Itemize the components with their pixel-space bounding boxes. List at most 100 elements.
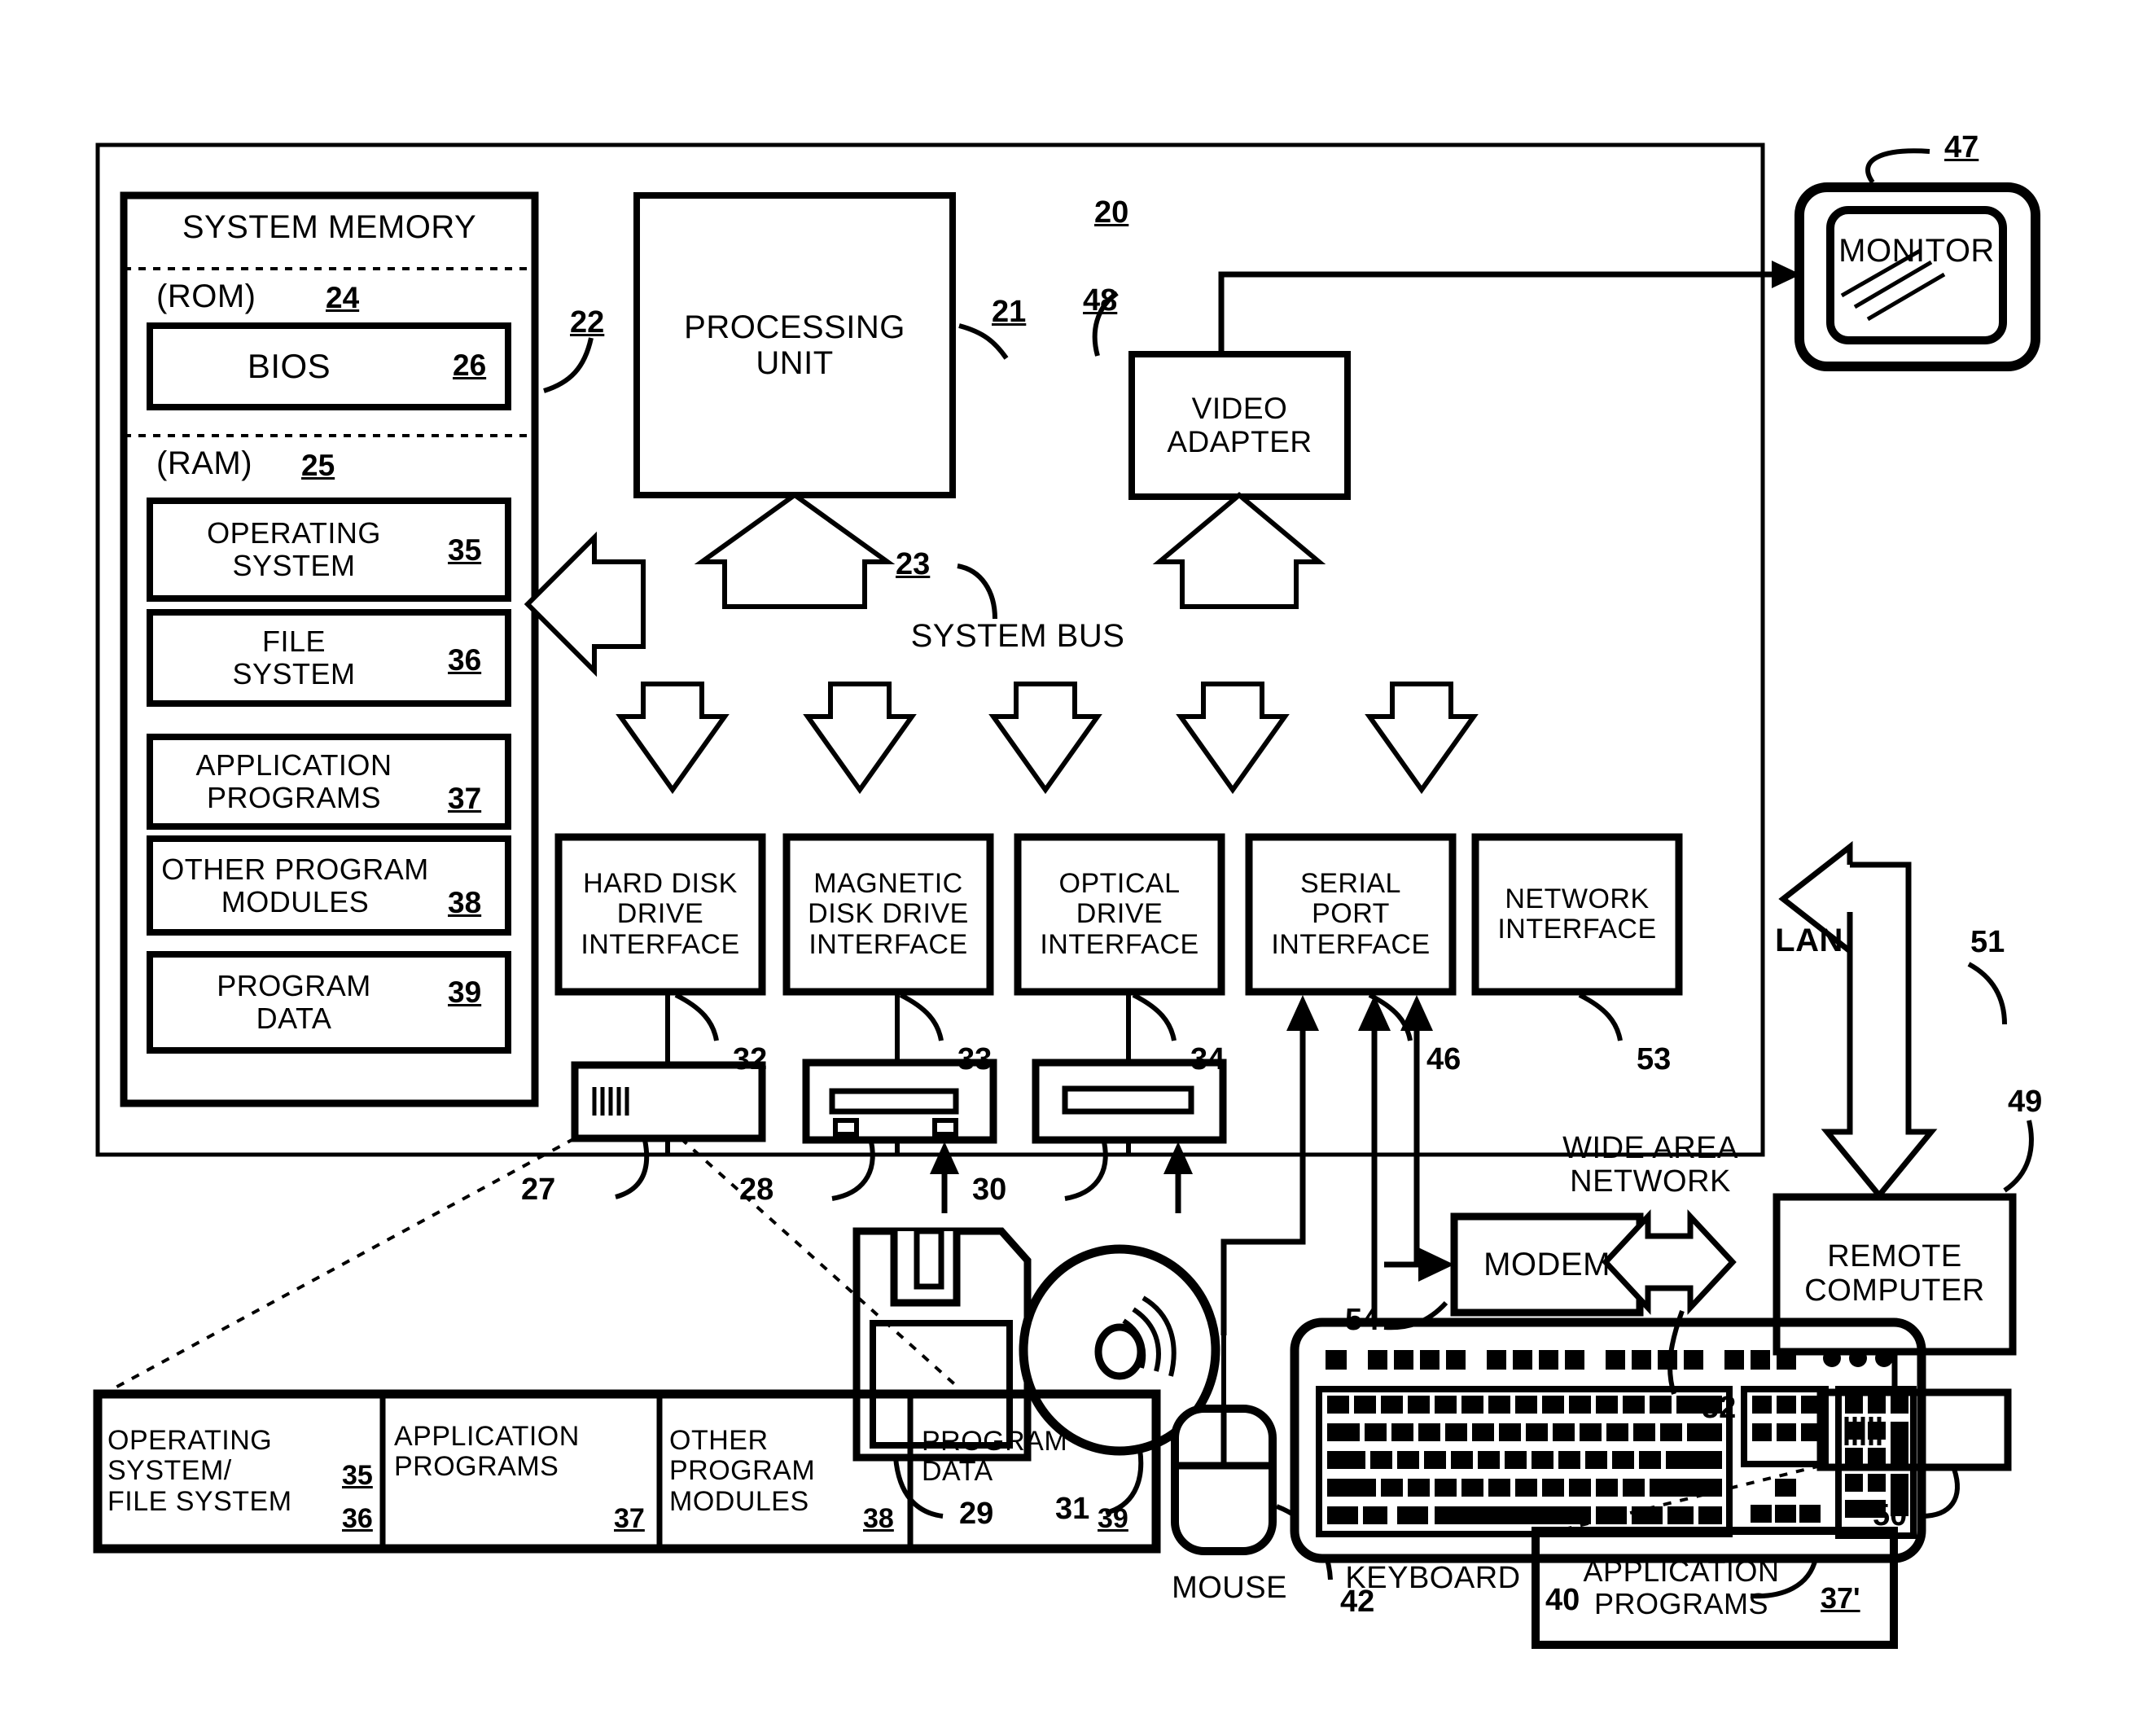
monitor-ref: 47 xyxy=(1944,130,1979,164)
optical-interface-ref: 34 xyxy=(1190,1042,1225,1076)
operating-system-ref: 35 xyxy=(448,533,482,567)
magnetic-interface-line3: INTERFACE xyxy=(808,928,968,960)
processing-unit-ref: 21 xyxy=(992,295,1027,329)
network-interface-ref: 53 xyxy=(1637,1042,1672,1076)
remote-application-programs-label: APPLICATION PROGRAMS xyxy=(1547,1531,1816,1645)
wan-line2: NETWORK xyxy=(1570,1164,1731,1199)
hdd-interface-ref: 32 xyxy=(733,1042,768,1076)
storage-apps-line1: APPLICATION xyxy=(394,1421,580,1452)
optical-interface-line3: INTERFACE xyxy=(1040,928,1199,960)
storage-data-line1: PROGRAM xyxy=(922,1426,1068,1457)
application-programs-ref: 37 xyxy=(448,782,482,815)
program-data-line2: DATA xyxy=(256,1002,332,1035)
processing-unit-line1: PROCESSING xyxy=(684,309,905,345)
system-bus-ref: 23 xyxy=(896,547,931,581)
operating-system-line2: SYSTEM xyxy=(232,549,356,582)
bus-arrow-to-processing-unit xyxy=(694,492,896,609)
other-program-modules-ref: 38 xyxy=(448,886,482,919)
storage-modules-line2: PROGRAM xyxy=(669,1455,816,1487)
remote-computer-ref: 49 xyxy=(2008,1085,2043,1119)
modem-ref: 54 xyxy=(1345,1303,1380,1337)
hdd-interface-line3: INTERFACE xyxy=(581,928,740,960)
bus-arrow-to-serial-interface xyxy=(1176,682,1290,795)
other-program-modules-line2: MODULES xyxy=(221,884,370,918)
bus-arrow-to-optical-interface xyxy=(988,682,1102,795)
bios-ref: 26 xyxy=(453,349,487,382)
wan-ref: 52 xyxy=(1702,1391,1737,1425)
magnetic-disk-drive-interface-label: MAGNETIC DISK DRIVE INTERFACE xyxy=(790,837,987,992)
storage-os-line1: OPERATING xyxy=(107,1424,273,1456)
remote-computer-label: REMOTE COMPUTER xyxy=(1780,1197,2009,1352)
hard-disk-drive-ref: 27 xyxy=(521,1173,556,1207)
video-adapter-ref: 48 xyxy=(1083,283,1118,318)
operating-system-label: OPERATING SYSTEM xyxy=(160,501,428,598)
other-program-modules-label: OTHER PROGRAM MODULES xyxy=(155,839,436,932)
bus-arrow-to-system-memory xyxy=(524,531,646,677)
serial-interface-line3: INTERFACE xyxy=(1271,928,1431,960)
file-system-line1: FILE xyxy=(261,625,326,659)
video-adapter-label: VIDEO ADAPTER xyxy=(1132,354,1348,497)
modem-label: MODEM xyxy=(1483,1247,1610,1282)
optical-interface-line1: OPTICAL xyxy=(1058,867,1181,899)
system-memory-ref: 22 xyxy=(570,305,605,340)
serial-interface-line2: PORT xyxy=(1312,898,1390,930)
hard-disk-slots-icon xyxy=(592,1087,629,1116)
remote-apps-line1: APPLICATION xyxy=(1583,1554,1780,1589)
optical-interface-line2: DRIVE xyxy=(1076,898,1163,930)
operating-system-line1: OPERATING xyxy=(207,516,381,550)
storage-data-line2: DATA xyxy=(922,1456,993,1488)
hard-disk-drive-interface-label: HARD DISK DRIVE INTERFACE xyxy=(562,837,759,992)
application-programs-line2: PROGRAMS xyxy=(206,781,382,814)
optical-drive-ref: 30 xyxy=(972,1173,1007,1207)
program-data-line1: PROGRAM xyxy=(217,969,371,1003)
processing-unit-line2: UNIT xyxy=(756,345,834,381)
mouse-label: MOUSE xyxy=(1172,1571,1287,1605)
storage-os-line2: SYSTEM/ xyxy=(107,1455,232,1487)
storage-os-line3: FILE SYSTEM xyxy=(107,1485,292,1517)
serial-interface-line1: SERIAL xyxy=(1300,867,1401,899)
wan-line1: WIDE AREA xyxy=(1562,1131,1738,1165)
remote-apps-ref: 37' xyxy=(1821,1581,1860,1615)
storage-data-ref: 39 xyxy=(1098,1503,1128,1534)
storage-os-ref2: 36 xyxy=(342,1503,373,1534)
remote-storage-ref: 50 xyxy=(1873,1498,1908,1532)
storage-apps-line2: PROGRAMS xyxy=(394,1451,559,1483)
bus-arrow-to-video-adapter xyxy=(1152,492,1326,609)
bios-label: BIOS xyxy=(247,346,331,385)
keyboard-icon xyxy=(1290,1317,1926,1563)
magnetic-drive-ref: 28 xyxy=(739,1173,774,1207)
rom-ref: 24 xyxy=(326,281,360,314)
hdd-interface-line2: DRIVE xyxy=(616,898,704,930)
storage-cell-data: PROGRAM DATA xyxy=(922,1402,1133,1565)
program-data-label: PROGRAM DATA xyxy=(160,954,428,1050)
network-interface-label: NETWORK INTERFACE xyxy=(1479,837,1676,992)
storage-modules-line1: OTHER xyxy=(669,1424,769,1456)
system-memory-title: SYSTEM MEMORY xyxy=(182,209,477,245)
lan-label: LAN xyxy=(1775,923,1843,958)
computer-system-ref: 20 xyxy=(1094,195,1129,230)
serial-interface-ref: 46 xyxy=(1426,1042,1461,1076)
keyboard-label: KEYBOARD xyxy=(1345,1561,1521,1595)
file-system-line2: SYSTEM xyxy=(232,657,356,690)
processing-unit-label: PROCESSING UNIT xyxy=(643,195,946,495)
magnetic-interface-ref: 33 xyxy=(957,1042,993,1076)
ram-ref: 25 xyxy=(301,449,335,482)
video-adapter-line2: ADAPTER xyxy=(1167,424,1312,458)
bus-arrow-to-network-interface xyxy=(1365,682,1479,795)
magnetic-interface-line1: MAGNETIC xyxy=(813,867,963,899)
other-program-modules-line1: OTHER PROGRAM xyxy=(161,852,429,886)
ram-label: (RAM) xyxy=(156,445,253,481)
storage-modules-line3: MODULES xyxy=(669,1485,809,1517)
program-data-ref: 39 xyxy=(448,975,482,1009)
remote-apps-line2: PROGRAMS xyxy=(1593,1587,1769,1620)
remote-computer-line2: COMPUTER xyxy=(1804,1274,1985,1308)
application-programs-label: APPLICATION PROGRAMS xyxy=(160,737,428,826)
storage-apps-ref: 37 xyxy=(614,1503,645,1534)
optical-drive-interface-label: OPTICAL DRIVE INTERFACE xyxy=(1021,837,1218,992)
application-programs-line1: APPLICATION xyxy=(195,748,392,783)
storage-os-ref1: 35 xyxy=(342,1460,373,1491)
rom-label: (ROM) xyxy=(156,278,256,314)
file-system-label: FILE SYSTEM xyxy=(160,612,428,704)
video-adapter-line1: VIDEO xyxy=(1191,391,1288,425)
serial-port-interface-label: SERIAL PORT INTERFACE xyxy=(1252,837,1449,992)
